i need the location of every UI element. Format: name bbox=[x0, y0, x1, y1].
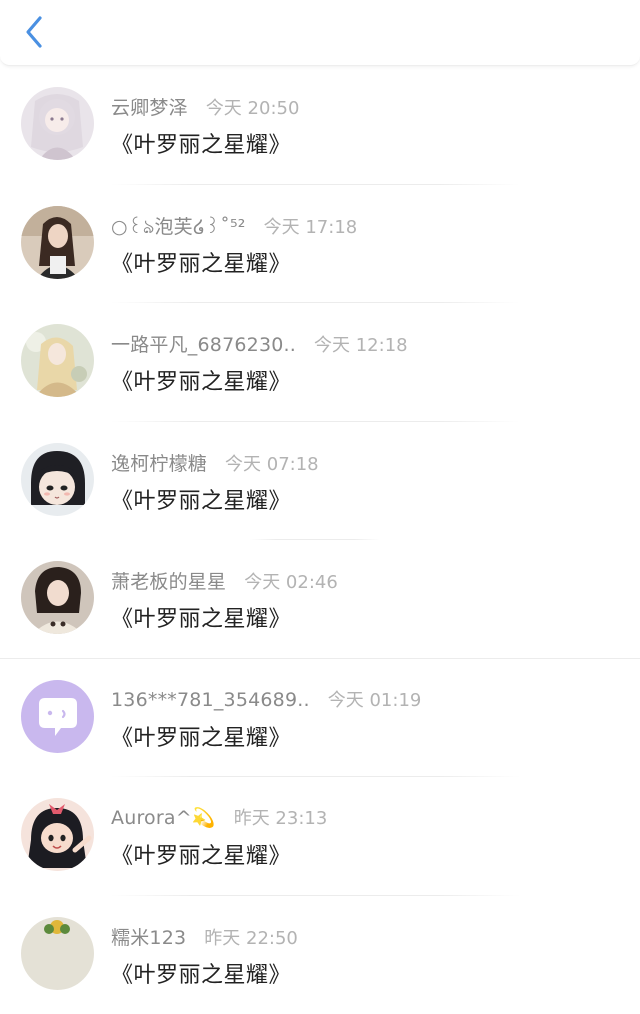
user-name[interactable]: ○꒰ঌ泡芙໒꒱˚⁵² bbox=[111, 212, 246, 245]
avatar[interactable] bbox=[21, 561, 94, 634]
list-item[interactable]: 云卿梦泽 今天 20:50 《叶罗丽之星耀》 bbox=[0, 66, 640, 185]
user-name[interactable]: 萧老板的星星 bbox=[111, 567, 226, 594]
chevron-left-icon bbox=[24, 15, 44, 49]
timestamp: 今天 20:50 bbox=[206, 94, 300, 120]
user-name[interactable]: 糯米123 bbox=[111, 923, 186, 950]
user-name[interactable]: 逸柯柠檬糖 bbox=[111, 449, 207, 476]
list-item[interactable]: 逸柯柠檬糖 今天 07:18 《叶罗丽之星耀》 bbox=[0, 422, 640, 541]
timestamp: 今天 01:19 bbox=[328, 686, 422, 712]
timestamp: 今天 02:46 bbox=[244, 568, 338, 594]
comment-text[interactable]: 《叶罗丽之星耀》 bbox=[111, 483, 291, 515]
timestamp: 昨天 22:50 bbox=[204, 924, 298, 950]
list-item[interactable]: 一路平凡_6876230.. 今天 12:18 《叶罗丽之星耀》 bbox=[0, 303, 640, 422]
avatar[interactable] bbox=[21, 680, 94, 753]
list-item[interactable]: Aurora^💫 昨天 23:13 《叶罗丽之星耀》 bbox=[0, 777, 640, 896]
avatar[interactable] bbox=[21, 87, 94, 160]
list-item[interactable]: 萧老板的星星 今天 02:46 《叶罗丽之星耀》 bbox=[0, 540, 640, 659]
user-name[interactable]: 136***781_354689.. bbox=[111, 689, 310, 711]
item-meta: Aurora^💫 昨天 23:13 bbox=[111, 804, 327, 830]
timestamp: 今天 07:18 bbox=[225, 450, 319, 476]
timestamp: 今天 17:18 bbox=[264, 213, 358, 239]
comment-list: 云卿梦泽 今天 20:50 《叶罗丽之星耀》 ○꒰ঌ泡芙໒꒱˚⁵² 今天 17:… bbox=[0, 66, 640, 1014]
avatar[interactable] bbox=[21, 206, 94, 279]
top-bar bbox=[0, 0, 640, 66]
item-meta: 136***781_354689.. 今天 01:19 bbox=[111, 686, 421, 712]
item-meta: ○꒰ঌ泡芙໒꒱˚⁵² 今天 17:18 bbox=[111, 212, 357, 238]
user-name[interactable]: 一路平凡_6876230.. bbox=[111, 330, 296, 357]
comment-text[interactable]: 《叶罗丽之星耀》 bbox=[111, 364, 291, 396]
user-name[interactable]: Aurora^💫 bbox=[111, 806, 216, 829]
comment-text[interactable]: 《叶罗丽之星耀》 bbox=[111, 127, 291, 159]
avatar[interactable] bbox=[21, 324, 94, 397]
item-meta: 萧老板的星星 今天 02:46 bbox=[111, 567, 338, 593]
item-meta: 逸柯柠檬糖 今天 07:18 bbox=[111, 449, 319, 475]
avatar[interactable] bbox=[21, 917, 94, 990]
item-meta: 糯米123 昨天 22:50 bbox=[111, 923, 298, 949]
comment-text[interactable]: 《叶罗丽之星耀》 bbox=[111, 838, 291, 870]
comment-text[interactable]: 《叶罗丽之星耀》 bbox=[111, 601, 291, 633]
list-item[interactable]: ○꒰ঌ泡芙໒꒱˚⁵² 今天 17:18 《叶罗丽之星耀》 bbox=[0, 185, 640, 304]
item-meta: 云卿梦泽 今天 20:50 bbox=[111, 93, 299, 119]
user-name[interactable]: 云卿梦泽 bbox=[111, 93, 188, 120]
comment-text[interactable]: 《叶罗丽之星耀》 bbox=[111, 246, 291, 278]
timestamp: 昨天 23:13 bbox=[234, 804, 328, 830]
comment-text[interactable]: 《叶罗丽之星耀》 bbox=[111, 957, 291, 989]
item-meta: 一路平凡_6876230.. 今天 12:18 bbox=[111, 330, 408, 356]
avatar[interactable] bbox=[21, 798, 94, 871]
comment-text[interactable]: 《叶罗丽之星耀》 bbox=[111, 720, 291, 752]
timestamp: 今天 12:18 bbox=[314, 331, 408, 357]
avatar[interactable] bbox=[21, 443, 94, 516]
list-item[interactable]: 136***781_354689.. 今天 01:19 《叶罗丽之星耀》 bbox=[0, 659, 640, 778]
back-button[interactable] bbox=[14, 12, 54, 52]
list-item[interactable]: 糯米123 昨天 22:50 《叶罗丽之星耀》 bbox=[0, 896, 640, 1014]
